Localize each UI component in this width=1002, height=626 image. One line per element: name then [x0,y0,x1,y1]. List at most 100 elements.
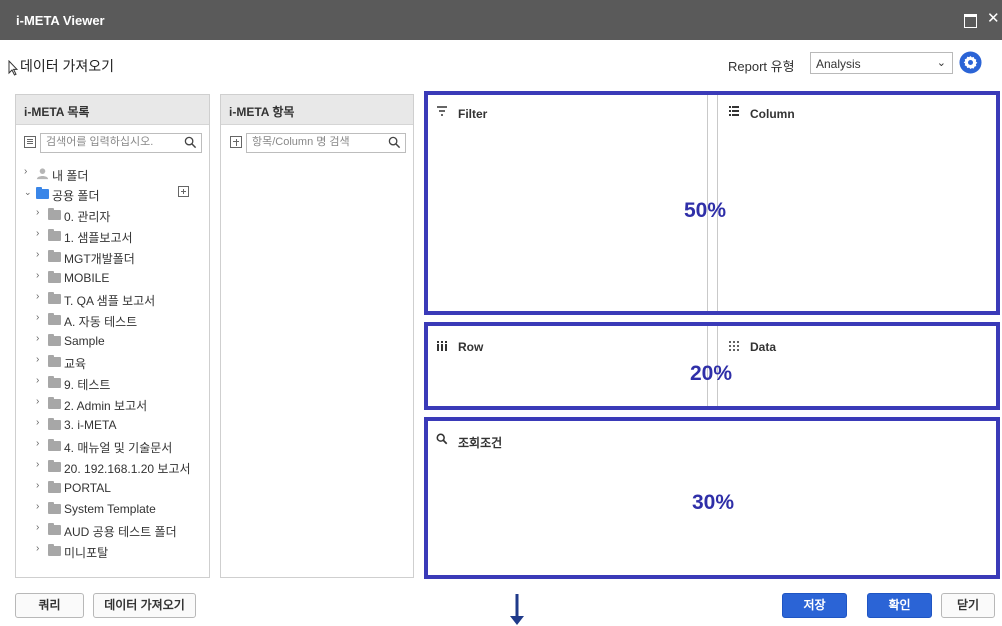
folder-icon [48,544,61,556]
tree-item-label: AUD 공용 테스트 폴더 [64,525,177,539]
mouse-cursor-icon [8,60,18,76]
folder-icon [48,250,61,262]
folder-icon [48,334,61,346]
chevron-right-icon[interactable]: › [36,228,39,239]
tree-item-label: 3. i-META [64,418,117,432]
meta-list-title: i-META 목록 [24,105,90,119]
tree-item-label: 2. Admin 보고서 [64,399,148,413]
meta-items-title: i-META 항목 [229,105,295,119]
column-label: Column [750,107,795,121]
chevron-right-icon[interactable]: › [36,354,39,365]
import-data-button[interactable]: 데이터 가져오기 [93,593,196,618]
folder-icon [48,355,61,367]
meta-items-header: i-META 항목 [221,95,413,125]
tree-item-label: 0. 관리자 [64,210,111,224]
row-label: Row [458,340,484,354]
chevron-right-icon[interactable]: › [36,480,39,491]
expand-all-icon[interactable] [230,136,242,148]
close-icon[interactable]: ✕ [987,11,1001,26]
folder-icon [48,439,61,451]
folder-icon [48,376,61,388]
folder-icon [48,229,61,241]
chevron-right-icon[interactable]: › [36,291,39,302]
folder-icon [48,418,61,430]
chevron-right-icon[interactable]: › [36,459,39,470]
search-icon[interactable] [184,136,197,149]
tree-item-label: T. QA 샘플 보고서 [64,294,156,308]
top-zone-percentage: 50% [684,199,727,222]
meta-list-header: i-META 목록 [16,95,209,125]
meta-items-panel: i-META 항목 [220,94,414,578]
chevron-right-icon[interactable]: › [36,438,39,449]
add-folder-icon[interactable] [178,186,189,197]
chevron-right-icon[interactable]: › [36,417,39,428]
chevron-right-icon[interactable]: › [36,312,39,323]
tree-item-label: 1. 샘플보고서 [64,231,133,245]
meta-items-search-row [230,133,406,153]
folder-icon [48,460,61,472]
meta-items-search-box [246,133,406,153]
collapse-all-icon[interactable] [24,136,36,148]
data-icon [728,340,740,355]
filter-label: Filter [458,107,488,121]
chevron-right-icon[interactable]: › [36,333,39,344]
chevron-down-icon: ⌄ [936,57,946,69]
search-icon [436,433,448,448]
search-icon[interactable] [388,136,401,149]
tree-item-label: 내 폴더 [52,169,89,183]
tree-item-label: PORTAL [64,481,111,495]
maximize-icon[interactable] [963,12,977,28]
query-button[interactable]: 쿼리 [15,593,84,618]
save-button[interactable]: 저장 [782,593,847,618]
condition-zone[interactable]: 조회조건 30% [424,417,1000,579]
chevron-right-icon[interactable]: › [36,396,39,407]
folder-icon [48,397,61,409]
confirm-button[interactable]: 확인 [867,593,932,618]
filter-icon [436,105,448,120]
column-icon [728,105,740,120]
folder-icon [36,187,49,199]
meta-items-search-input[interactable] [252,136,379,148]
meta-list-search-input[interactable] [46,136,174,148]
down-arrow-icon [510,594,524,625]
bottom-zone-percentage: 30% [692,491,735,514]
folder-icon [48,481,61,493]
report-type-label: Report 유형 [728,59,795,74]
chevron-right-icon[interactable]: › [36,375,39,386]
tree-item-label: MGT개발폴더 [64,252,135,266]
meta-list-search-row [24,133,202,153]
meta-list-search-box [40,133,202,153]
person-icon [36,168,49,180]
gear-icon[interactable] [959,51,982,74]
filter-column-zone[interactable]: Filter Column 50% [424,91,1000,315]
chevron-right-icon[interactable]: › [36,522,39,533]
page-title: 데이터 가져오기 [20,58,115,74]
chevron-right-icon[interactable]: › [36,249,39,260]
row-icon [436,340,448,355]
chevron-right-icon[interactable]: › [36,207,39,218]
folder-icon [48,208,61,220]
folder-icon [48,523,61,535]
chevron-right-icon[interactable]: › [36,270,39,281]
tree-item-label: MOBILE [64,271,110,285]
chevron-right-icon[interactable]: › [36,501,39,512]
window-title: i-META Viewer [16,13,105,28]
data-label: Data [750,340,777,354]
tree-item-label: A. 자동 테스트 [64,315,138,329]
condition-label: 조회조건 [458,436,503,450]
folder-icon [48,502,61,514]
tree-item-label: 공용 폴더 [52,189,100,203]
report-type-value: Analysis [816,57,861,71]
tree-item-label: 교육 [64,357,87,371]
close-button[interactable]: 닫기 [941,593,995,618]
row-data-zone[interactable]: Row Data 20% [424,322,1000,410]
chevron-down-icon[interactable]: ⌄ [24,187,32,198]
folder-icon [48,292,61,304]
report-type-select[interactable]: Analysis ⌄ [810,52,953,74]
chevron-right-icon[interactable]: › [36,543,39,554]
tree-item-label: 미니포탈 [64,546,109,560]
folder-icon [48,313,61,325]
middle-zone-percentage: 20% [690,362,733,385]
tree-item-label: Sample [64,334,105,348]
chevron-right-icon[interactable]: › [24,166,27,177]
